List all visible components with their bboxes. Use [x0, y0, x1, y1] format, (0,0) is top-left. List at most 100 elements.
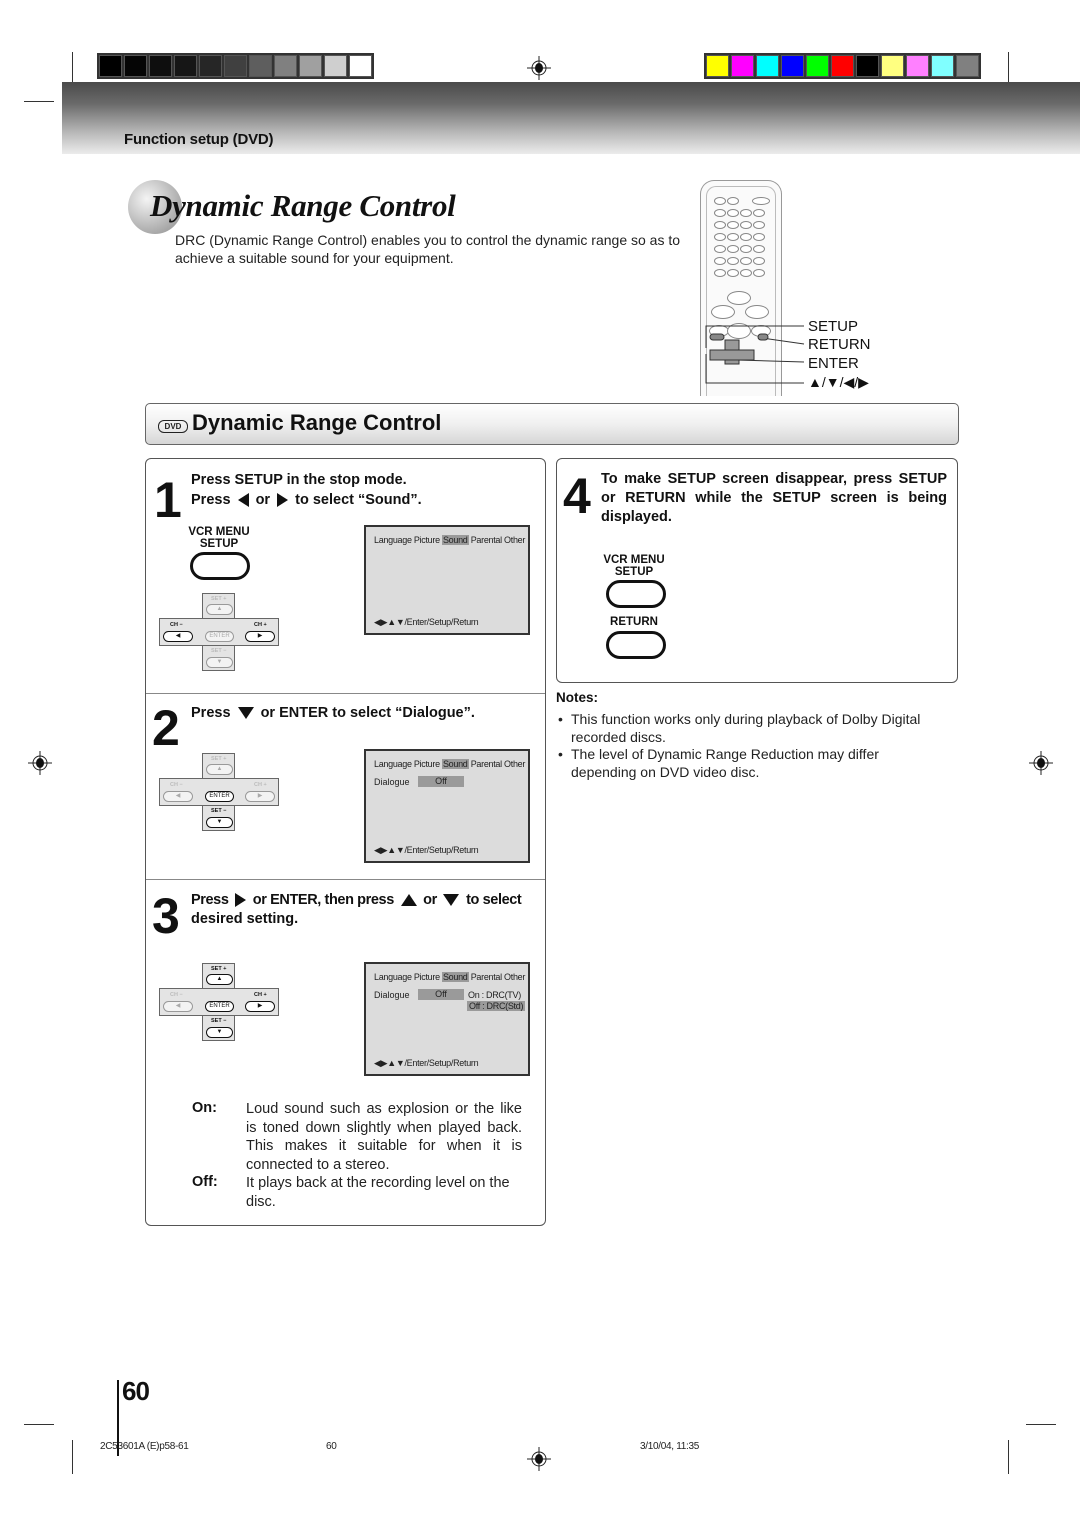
step-number-3: 3 [152, 888, 180, 944]
setup-button[interactable] [606, 580, 666, 608]
dpad-up-button[interactable]: ▲ [206, 764, 233, 775]
calibration-swatch [324, 55, 347, 77]
step-2-instruction: or ENTER to select “Dialogue”. [260, 705, 475, 721]
up-arrow-icon [400, 894, 417, 907]
step-1-line-1: Press SETUP in the stop mode. [191, 472, 407, 488]
right-arrow-icon [277, 493, 289, 508]
dpad-down-button[interactable]: ▼ [206, 657, 233, 668]
setup-button[interactable] [190, 552, 250, 580]
dpad-enter-button[interactable]: ENTER [205, 791, 234, 802]
dpad-right-button[interactable]: ▶ [245, 1001, 275, 1012]
dpad-left-button[interactable]: ◀ [163, 1001, 193, 1012]
registration-mark-icon [1029, 751, 1053, 775]
step-1-select: to select “Sound”. [295, 492, 422, 508]
remote-button [714, 269, 726, 277]
osd-menu-other: Other [504, 535, 526, 545]
off-term: Off: [192, 1174, 218, 1190]
dpad-label-ch-plus: CH + [254, 622, 267, 628]
osd-menu-sound: Sound [441, 535, 469, 545]
page-number: 60 [122, 1376, 150, 1406]
osd-dialogue-row: Dialogue Off [374, 776, 464, 787]
remote-button [753, 257, 765, 265]
osd-menu-other: Other [504, 759, 526, 769]
on-term: On: [192, 1100, 217, 1116]
dpad-step-2: SET + ▲ CH − CH + ◀ ENTER ▶ SET − ▼ [159, 753, 279, 831]
osd-screen-step-2: Language Picture Sound Parental Other Di… [364, 749, 530, 863]
osd-menu-language: Language [374, 759, 412, 769]
calibration-swatch [906, 55, 929, 77]
remote-button [753, 221, 765, 229]
calibration-swatch [249, 55, 272, 77]
remote-label-setup: SETUP [808, 318, 859, 335]
remote-button [727, 269, 739, 277]
dpad-up-button[interactable]: ▲ [206, 604, 233, 615]
registration-mark-icon [527, 56, 551, 80]
bullet-icon: • [558, 711, 563, 727]
osd-option-on: On : DRC(TV) [468, 990, 521, 1000]
calibration-swatch [99, 55, 122, 77]
calibration-swatch [706, 55, 729, 77]
page-title: Dynamic Range Control [150, 188, 456, 223]
dpad-label-ch-minus: CH − [170, 992, 183, 998]
remote-button [711, 305, 735, 319]
osd-screen-step-3: Language Picture Sound Parental Other Di… [364, 962, 530, 1076]
remote-button [740, 257, 752, 265]
dpad-down-button[interactable]: ▼ [206, 1027, 233, 1038]
remote-button [727, 257, 739, 265]
dpad-right-button[interactable]: ▶ [245, 631, 275, 642]
calibration-swatch [931, 55, 954, 77]
remote-label-arrows: ▲/▼/◀/▶ [808, 374, 869, 390]
dpad-right-button[interactable]: ▶ [245, 791, 275, 802]
calibration-swatch [174, 55, 197, 77]
osd-menu-picture: Picture [413, 535, 440, 545]
registration-mark-icon [28, 751, 52, 775]
crop-mark [1008, 52, 1009, 82]
osd-menu-language: Language [374, 535, 412, 545]
crop-mark [24, 1424, 54, 1425]
vcr-menu-setup-caption: VCR MENU SETUP [182, 526, 256, 550]
crop-mark [72, 1440, 73, 1474]
calibration-swatch [731, 55, 754, 77]
dpad-left-button[interactable]: ◀ [163, 631, 193, 642]
step-3-to-select: to select [466, 892, 522, 908]
osd-menu: Language Picture Sound Parental Other [374, 972, 525, 982]
remote-button [727, 209, 739, 217]
grayscale-calibration-bar [97, 53, 374, 79]
osd-menu-parental: Parental [470, 972, 502, 982]
crop-mark [1008, 1440, 1009, 1474]
steps-1-3-box: 1 Press SETUP in the stop mode. Press or… [145, 458, 546, 1226]
calibration-swatch [956, 55, 979, 77]
down-arrow-icon [237, 707, 254, 720]
remote-button [714, 233, 726, 241]
caption-line-1: VCR MENU [188, 526, 250, 538]
remote-label-enter: ENTER [808, 355, 859, 372]
remote-button [727, 245, 739, 253]
calibration-swatch [781, 55, 804, 77]
dpad-enter-button[interactable]: ENTER [205, 1001, 234, 1012]
calibration-swatch [856, 55, 879, 77]
dpad-label-set-plus: SET + [211, 756, 227, 762]
remote-button [727, 291, 751, 305]
off-description: It plays back at the recording level on … [246, 1175, 510, 1210]
remote-button [753, 245, 765, 253]
remote-button [745, 305, 769, 319]
dpad-down-button[interactable]: ▼ [206, 817, 233, 828]
step-number-2: 2 [152, 700, 180, 756]
dpad-enter-button[interactable]: ENTER [205, 631, 234, 642]
notes-title: Notes: [556, 690, 599, 705]
dpad-left-button[interactable]: ◀ [163, 791, 193, 802]
step-1-line-2: Press or to select “Sound”. [191, 491, 422, 510]
calibration-swatch [806, 55, 829, 77]
remote-button [753, 233, 765, 241]
calibration-swatch [274, 55, 297, 77]
caption-line-1: VCR MENU [603, 554, 665, 566]
caption-line-2: SETUP [199, 538, 239, 550]
intro-paragraph: DRC (Dynamic Range Control) enables you … [175, 232, 681, 266]
dpad-up-button[interactable]: ▲ [206, 974, 233, 985]
return-button[interactable] [606, 631, 666, 659]
osd-menu-parental: Parental [470, 535, 502, 545]
dpad-label-set-plus: SET + [211, 596, 227, 602]
calibration-swatch [124, 55, 147, 77]
remote-button [714, 245, 726, 253]
calibration-swatch [199, 55, 222, 77]
